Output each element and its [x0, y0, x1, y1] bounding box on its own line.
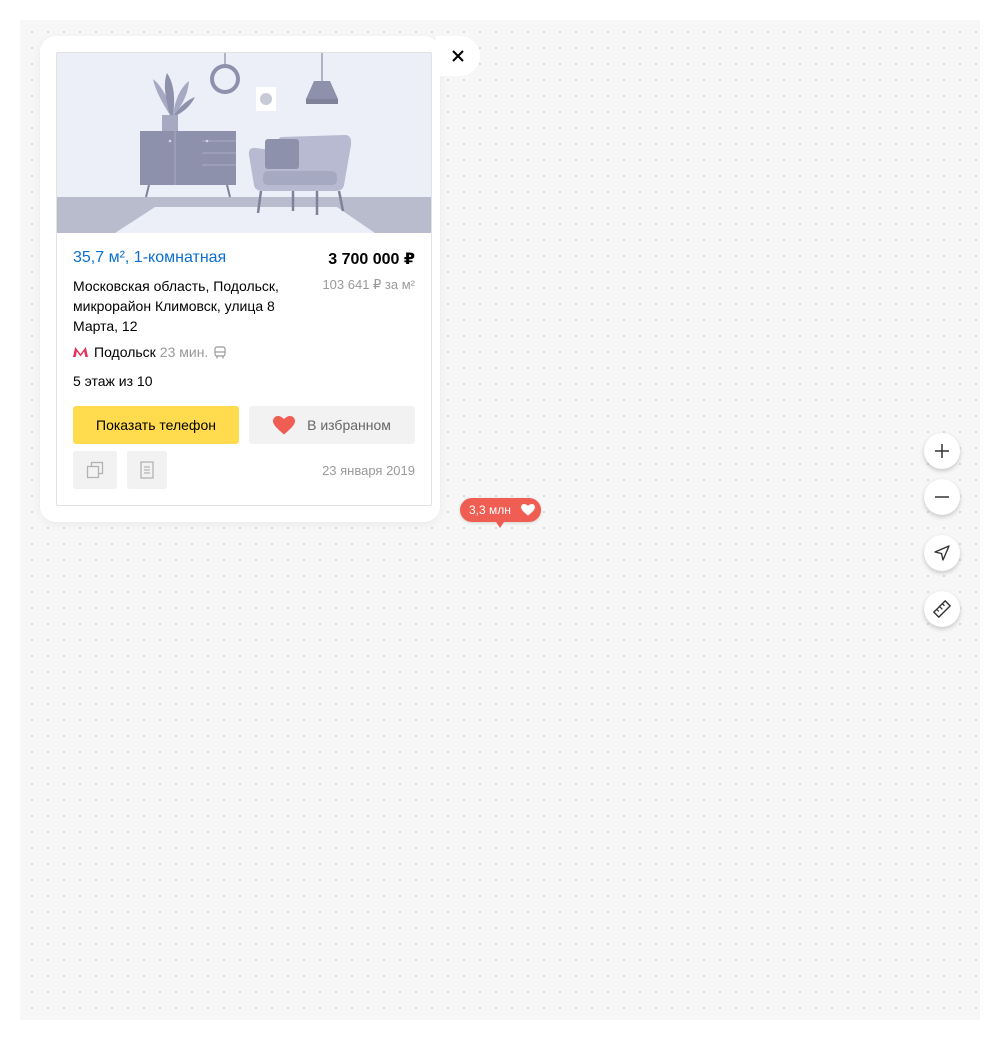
document-icon	[140, 461, 154, 479]
listing-floor: 5 этаж из 10	[73, 373, 153, 389]
note-button[interactable]	[127, 451, 167, 489]
ruler-button[interactable]	[924, 591, 960, 627]
geolocation-icon	[934, 545, 950, 561]
map-price-marker[interactable]: 3,3 млн	[460, 498, 541, 528]
metro-station: Подольск	[94, 344, 156, 360]
listing-title-link[interactable]: 35,7 м², 1-комнатная	[73, 249, 226, 267]
metro-icon	[73, 347, 88, 357]
favorite-button[interactable]: В избранном	[249, 406, 415, 444]
bus-icon	[214, 345, 226, 359]
copy-icon	[86, 461, 104, 479]
zoom-in-button[interactable]	[924, 433, 960, 469]
show-phone-button-label: Показать телефон	[96, 417, 216, 433]
listing-card: 35,7 м², 1-комнатная 3 700 000 ₽ 103 641…	[56, 52, 432, 506]
heart-icon	[521, 504, 535, 516]
plus-icon	[935, 444, 949, 458]
listing-price-per-m2: 103 641 ₽ за м²	[322, 277, 415, 292]
heart-icon	[273, 415, 296, 434]
metro-info: Подольск 23 мин.	[73, 343, 226, 361]
ruler-icon	[933, 600, 951, 618]
listing-price: 3 700 000 ₽	[328, 251, 415, 268]
minus-icon	[935, 496, 949, 498]
listing-address: Московская область, Подольск, микрорайон…	[73, 278, 279, 334]
metro-time: 23 мин.	[159, 344, 209, 360]
listing-popup: 35,7 м², 1-комнатная 3 700 000 ₽ 103 641…	[40, 36, 440, 522]
listing-date: 23 января 2019	[322, 463, 415, 478]
favorite-button-label: В избранном	[307, 417, 391, 433]
show-phone-button[interactable]: Показать телефон	[73, 406, 239, 444]
listing-placeholder-image	[57, 53, 431, 233]
compare-button[interactable]	[73, 451, 117, 489]
zoom-out-button[interactable]	[924, 479, 960, 515]
close-icon	[452, 50, 464, 62]
geolocation-button[interactable]	[924, 535, 960, 571]
marker-price-label: 3,3 млн	[469, 503, 511, 517]
close-popup-button[interactable]	[436, 36, 480, 76]
